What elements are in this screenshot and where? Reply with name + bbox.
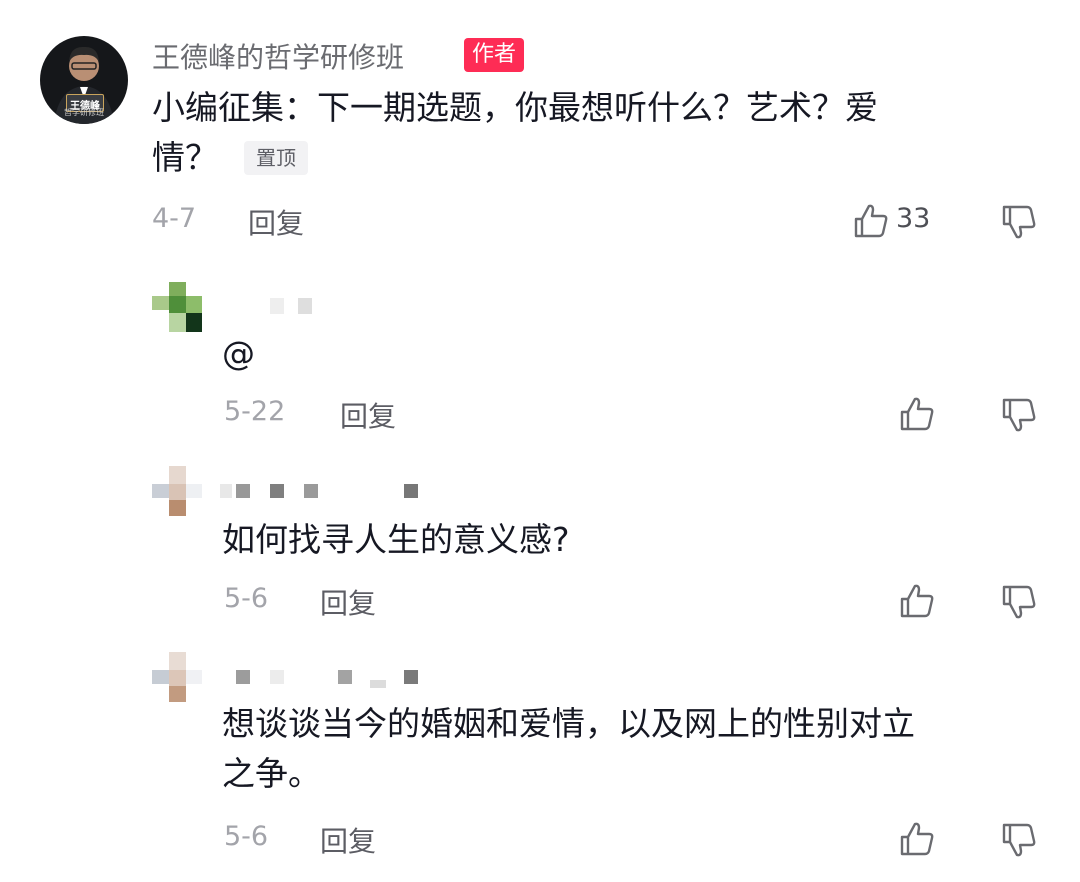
reply-date: 5-22 (224, 396, 286, 427)
like-count: 33 (896, 203, 931, 234)
reply-date: 5-6 (224, 821, 269, 852)
reply-text: 想谈谈当今的婚姻和爱情，以及网上的性别对立 (222, 704, 915, 743)
author-name[interactable]: 王德峰的哲学研修班 (152, 36, 404, 76)
reply-date: 5-6 (224, 583, 269, 614)
user-avatar[interactable] (152, 466, 202, 516)
comment-text-line2: 情？ (152, 138, 218, 177)
reply-button[interactable]: 回复 (320, 820, 376, 860)
reply-text: @ (222, 334, 255, 373)
reply-text: 如何找寻人生的意义感? (222, 520, 570, 559)
thumbs-up-icon[interactable] (852, 202, 890, 240)
user-avatar[interactable] (152, 282, 202, 332)
thumbs-down-icon[interactable] (1000, 396, 1038, 434)
reply-text-line2: 之争。 (222, 754, 321, 793)
thumbs-down-icon[interactable] (1000, 821, 1038, 859)
comment-date: 4-7 (152, 203, 197, 234)
user-avatar[interactable] (152, 652, 202, 702)
reply-button[interactable]: 回复 (340, 395, 396, 435)
thumbs-up-icon[interactable] (898, 395, 936, 433)
avatar-caption: 哲学研修班 (64, 108, 104, 117)
comment-text: 小编征集：下一期选题，你最想听什么？艺术？爱 (152, 88, 878, 127)
thumbs-down-icon[interactable] (1000, 583, 1038, 621)
thumbs-up-icon[interactable] (898, 820, 936, 858)
reply-button[interactable]: 回复 (320, 582, 376, 622)
author-avatar[interactable]: 王德峰 哲学研修班 (40, 36, 128, 124)
reply-button[interactable]: 回复 (248, 202, 304, 242)
author-badge: 作者 (464, 38, 525, 72)
thumbs-down-icon[interactable] (1000, 203, 1038, 241)
thumbs-up-icon[interactable] (898, 582, 936, 620)
pinned-badge: 置顶 (244, 141, 308, 175)
